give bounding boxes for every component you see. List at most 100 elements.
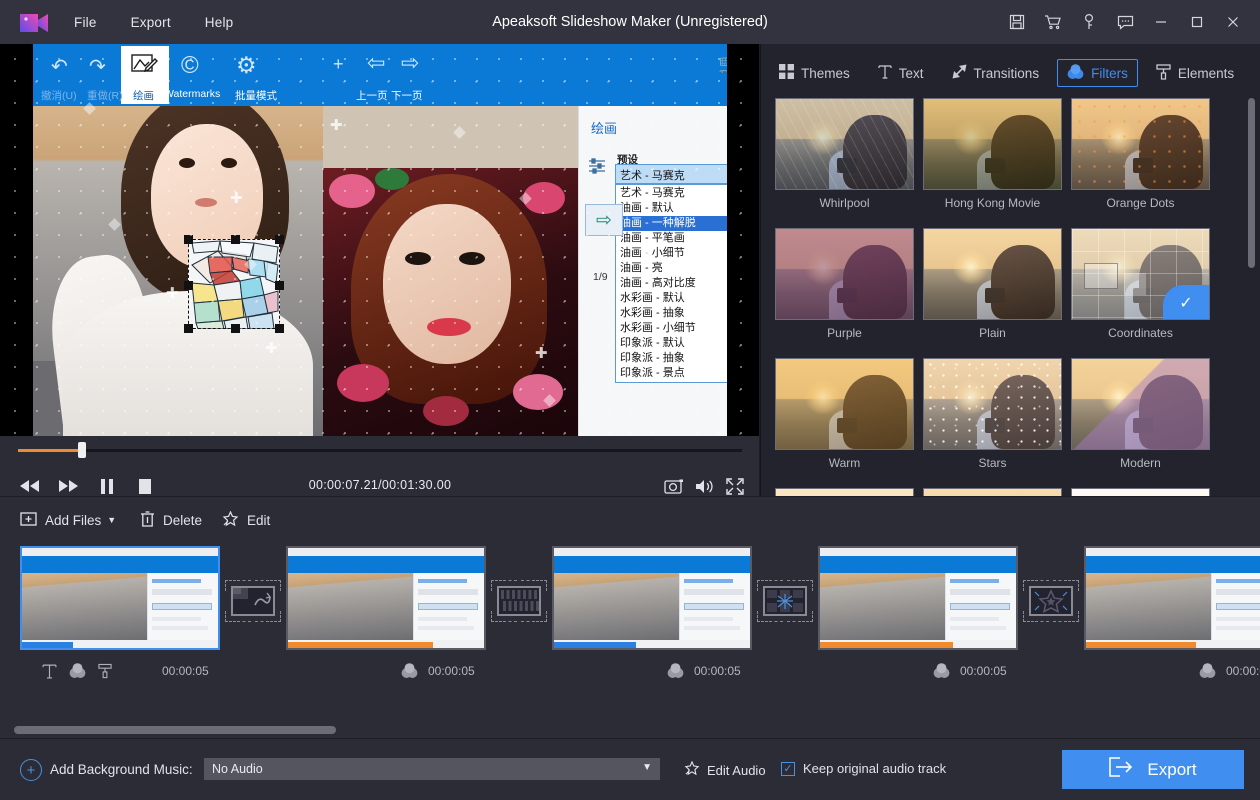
fullscreen-icon[interactable] (722, 474, 748, 498)
preset-option[interactable]: 水彩画 - 小细节 (616, 321, 727, 336)
filter-item[interactable] (771, 488, 919, 496)
filter-item[interactable]: Plain (919, 228, 1067, 358)
clip-thumbnail[interactable] (20, 546, 220, 650)
filter-item[interactable]: Hong Kong Movie (919, 98, 1067, 228)
filter-thumbnail[interactable] (1071, 488, 1210, 496)
apply-arrow-button[interactable]: ⇨ (585, 204, 623, 236)
filter-thumbnail[interactable] (1071, 358, 1210, 450)
preview-stage[interactable]: ↶ ↷ © ⚙ + ⇦ ⇨ 🛒 撤消(U) (0, 44, 760, 436)
tab-text[interactable]: Text (868, 59, 934, 87)
timeline-scrollbar[interactable] (14, 726, 336, 734)
edit-audio-button[interactable]: Edit Audio (684, 761, 766, 779)
tab-filters-label: Filters (1091, 66, 1128, 81)
add-music-plus-icon[interactable]: + (20, 759, 42, 781)
preset-option[interactable]: 艺术 - 马赛克 (616, 186, 727, 201)
seek-bar[interactable] (0, 436, 760, 464)
filter-thumbnail[interactable] (1071, 98, 1210, 190)
preview-inner-screenshot: ↶ ↷ © ⚙ + ⇦ ⇨ 🛒 撤消(U) (33, 44, 727, 436)
filter-thumbnail[interactable]: ✓ (1071, 228, 1210, 320)
keep-original-audio-checkbox[interactable]: ✓ Keep original audio track (781, 761, 946, 776)
filters-circles-icon[interactable] (401, 663, 418, 679)
clip-thumbnail[interactable] (1084, 546, 1260, 650)
filter-item[interactable]: Warm (771, 358, 919, 488)
storyboard-timeline[interactable]: 00:00:05 00:00:05 00:00:05 00:00:05 00:00:05 (0, 542, 1260, 738)
filter-thumbnail[interactable] (775, 358, 914, 450)
filter-thumbnail[interactable] (923, 98, 1062, 190)
storyboard-clip[interactable]: 00:00:05 (818, 546, 1018, 650)
filter-thumbnail[interactable] (775, 98, 914, 190)
filter-thumbnail[interactable] (923, 228, 1062, 320)
seek-handle[interactable] (78, 442, 86, 458)
storyboard-clip[interactable]: 00:00:05 (1084, 546, 1260, 650)
filter-thumbnail[interactable] (923, 358, 1062, 450)
transition-blinds[interactable] (491, 580, 547, 622)
seek-track[interactable] (18, 449, 742, 452)
delete-button[interactable]: Delete (140, 507, 202, 533)
add-files-button[interactable]: Add Files ▼ (20, 507, 116, 533)
filter-thumbnail[interactable] (775, 488, 914, 496)
menu-file[interactable]: File (62, 11, 109, 34)
preset-option[interactable]: 油画 - 平笔画 (616, 231, 727, 246)
filters-circles-icon[interactable] (69, 663, 86, 679)
close-button[interactable] (1216, 5, 1250, 39)
maximize-button[interactable] (1180, 5, 1214, 39)
filter-item[interactable]: Purple (771, 228, 919, 358)
filter-item[interactable] (1067, 488, 1215, 496)
storyboard-clip[interactable]: 00:00:05 (20, 546, 220, 650)
preset-option[interactable]: 油画 - 高对比度 (616, 276, 727, 291)
filter-item[interactable]: Stars (919, 358, 1067, 488)
tab-themes[interactable]: Themes (769, 59, 860, 87)
stamp-roller-icon[interactable] (98, 663, 112, 679)
preset-option[interactable]: 油画 - 默认 (616, 201, 727, 216)
transition-grid-scatter[interactable] (757, 580, 813, 622)
preset-option[interactable]: 水彩画 - 默认 (616, 291, 727, 306)
filter-item[interactable] (919, 488, 1067, 496)
filters-circles-icon[interactable] (1199, 663, 1216, 679)
feedback-icon[interactable] (1108, 5, 1142, 39)
snapshot-icon[interactable] (661, 474, 687, 498)
filters-grid[interactable]: WhirlpoolHong Kong MovieOrange Dots Purpl… (771, 98, 1251, 496)
transition-star[interactable] (1023, 580, 1079, 622)
preset-option[interactable]: 印象派 - 景点 (616, 366, 727, 381)
preset-option[interactable]: 印象派 - 抽象 (616, 351, 727, 366)
save-icon[interactable] (1000, 5, 1034, 39)
preset-option[interactable]: 水彩画 - 抽象 (616, 306, 727, 321)
filter-item[interactable]: Modern (1067, 358, 1215, 488)
selection-box[interactable] (188, 239, 280, 329)
clip-thumbnail[interactable] (818, 546, 1018, 650)
transition-slide-curve[interactable] (225, 580, 281, 622)
filter-thumbnail[interactable] (775, 228, 914, 320)
text-t-icon[interactable] (42, 663, 57, 679)
preset-option[interactable]: 油画 - 亮 (616, 261, 727, 276)
minimize-button[interactable] (1144, 5, 1178, 39)
preset-dropdown-list[interactable]: 艺术 - 马赛克油画 - 默认油画 - 一种解脱油画 - 平笔画油画 - 小细节… (615, 184, 727, 383)
preset-option[interactable]: 油画 - 一种解脱 (616, 216, 727, 231)
edit-button[interactable]: Edit (222, 507, 270, 533)
checkbox-box[interactable]: ✓ (781, 762, 795, 776)
storyboard-clip[interactable]: 00:00:05 (552, 546, 752, 650)
storyboard-clip[interactable]: 00:00:05 (286, 546, 486, 650)
filters-scrollbar[interactable] (1248, 98, 1255, 268)
cart-icon[interactable] (1036, 5, 1070, 39)
preset-option[interactable]: 印象派 - 默认 (616, 336, 727, 351)
preset-combobox[interactable]: 艺术 - 马赛克 (615, 164, 727, 184)
clip-thumbnail[interactable] (552, 546, 752, 650)
filter-item[interactable]: ✓Coordinates (1067, 228, 1215, 358)
menu-help[interactable]: Help (193, 11, 246, 34)
volume-icon[interactable] (692, 474, 718, 498)
tab-transitions[interactable]: Transitions (942, 59, 1050, 87)
filter-thumbnail[interactable] (923, 488, 1062, 496)
clip-thumbnail[interactable] (286, 546, 486, 650)
tab-elements[interactable]: Elements (1146, 59, 1244, 87)
menu-export[interactable]: Export (119, 11, 183, 34)
filter-item[interactable]: Orange Dots (1067, 98, 1215, 228)
filter-item[interactable]: Whirlpool (771, 98, 919, 228)
tab-filters[interactable]: Filters (1057, 59, 1138, 87)
filters-circles-icon[interactable] (667, 663, 684, 679)
key-icon[interactable] (1072, 5, 1106, 39)
preset-option[interactable]: 油画 - 小细节 (616, 246, 727, 261)
filters-circles-icon[interactable] (933, 663, 950, 679)
export-button[interactable]: Export (1062, 750, 1244, 789)
next-page-icon: ⇨ (401, 50, 419, 76)
audio-select[interactable]: No Audio ▼ (204, 758, 660, 780)
